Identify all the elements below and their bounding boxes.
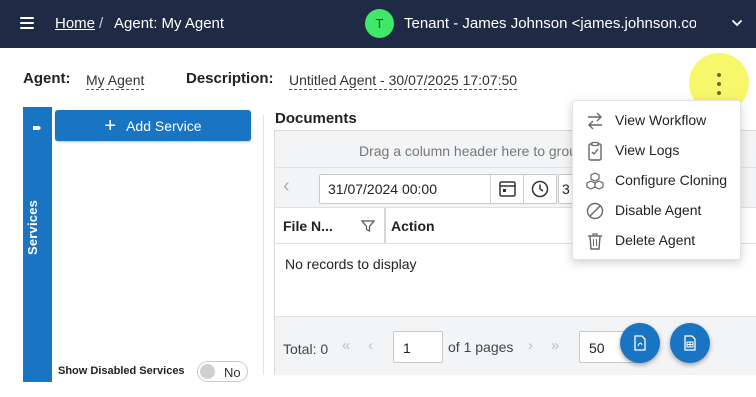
group-panel-hint: Drag a column header here to grou bbox=[359, 143, 577, 159]
menu-item-label: View Workflow bbox=[615, 112, 707, 128]
menu-item-disable-agent[interactable]: Disable Agent bbox=[573, 196, 740, 226]
pin-icon[interactable] bbox=[32, 123, 42, 133]
toggle-state-label: No bbox=[224, 365, 241, 380]
add-service-button[interactable]: + Add Service bbox=[55, 110, 251, 141]
column-header-label: File N... bbox=[283, 218, 333, 234]
documents-title: Documents bbox=[275, 110, 357, 127]
export-pdf-button[interactable] bbox=[620, 323, 660, 363]
services-tab-label: Services bbox=[25, 199, 40, 255]
trash-icon bbox=[588, 233, 602, 250]
menu-item-label: Disable Agent bbox=[615, 202, 702, 218]
export-excel-button[interactable] bbox=[670, 323, 710, 363]
clock-icon[interactable] bbox=[523, 175, 556, 203]
description-label: Description: bbox=[186, 70, 274, 87]
panel-divider bbox=[263, 115, 264, 375]
show-disabled-label: Show Disabled Services bbox=[58, 365, 185, 377]
chevron-down-icon[interactable] bbox=[731, 17, 743, 29]
page-count-label: of 1 pages bbox=[448, 339, 514, 355]
filter-funnel-icon[interactable] bbox=[361, 219, 375, 233]
plus-icon: + bbox=[104, 114, 117, 137]
column-header-file-name[interactable]: File N... bbox=[275, 208, 386, 243]
menu-item-label: Delete Agent bbox=[615, 232, 696, 248]
description-field[interactable]: Untitled Agent - 30/07/2025 17:07:50 bbox=[289, 72, 518, 90]
column-header-label: Action bbox=[391, 218, 435, 234]
breadcrumb-current: Agent: My Agent bbox=[114, 15, 225, 32]
last-page-icon[interactable]: » bbox=[551, 337, 559, 354]
more-options-icon[interactable] bbox=[712, 73, 726, 95]
cubes-icon bbox=[586, 172, 604, 190]
arrows-exchange-icon bbox=[588, 112, 602, 130]
avatar[interactable]: T bbox=[365, 9, 394, 38]
toggle-knob bbox=[200, 364, 215, 379]
spreadsheet-file-icon bbox=[684, 335, 696, 351]
page-size-value: 50 bbox=[589, 340, 605, 356]
agent-label: Agent: bbox=[23, 70, 71, 87]
date-filter-input[interactable]: 31/07/2024 00:00 bbox=[319, 174, 557, 204]
breadcrumb-home-link[interactable]: Home bbox=[55, 15, 95, 32]
menu-item-label: Configure Cloning bbox=[615, 172, 728, 188]
page-number-value: 1 bbox=[403, 340, 411, 356]
total-count: Total: 0 bbox=[283, 341, 329, 357]
menu-item-view-logs[interactable]: View Logs bbox=[573, 136, 740, 166]
tenant-user-label[interactable]: Tenant - James Johnson <james.johnson.co… bbox=[404, 15, 696, 32]
calendar-icon[interactable] bbox=[490, 175, 523, 203]
menu-item-configure-cloning[interactable]: Configure Cloning bbox=[573, 166, 740, 196]
date-filter-value-2: 3 bbox=[562, 181, 570, 197]
page-number-input[interactable]: 1 bbox=[393, 331, 443, 363]
clipboard-check-icon bbox=[588, 141, 602, 161]
menu-item-label: View Logs bbox=[615, 142, 680, 158]
services-side-tab[interactable]: Services bbox=[23, 107, 52, 382]
top-navigation-bar: Home / Agent: My Agent T Tenant - James … bbox=[0, 0, 756, 48]
hamburger-menu-icon[interactable] bbox=[20, 17, 34, 29]
empty-message: No records to display bbox=[285, 256, 417, 272]
chevron-left-icon[interactable]: ‹ bbox=[283, 176, 297, 196]
first-page-icon[interactable]: « bbox=[342, 337, 350, 354]
date-filter-value: 31/07/2024 00:00 bbox=[328, 181, 437, 197]
prev-page-icon[interactable]: ‹ bbox=[368, 337, 373, 354]
show-disabled-toggle[interactable]: No bbox=[197, 361, 248, 382]
agent-name-field[interactable]: My Agent bbox=[86, 72, 145, 90]
pdf-file-icon bbox=[634, 335, 646, 351]
add-service-label: Add Service bbox=[126, 117, 202, 134]
breadcrumb-separator: / bbox=[99, 15, 104, 32]
ban-icon bbox=[586, 202, 604, 220]
agent-actions-menu: View Workflow View Logs Configure Clonin… bbox=[572, 100, 741, 260]
menu-item-view-workflow[interactable]: View Workflow bbox=[573, 106, 740, 136]
next-page-icon[interactable]: › bbox=[528, 337, 533, 354]
menu-item-delete-agent[interactable]: Delete Agent bbox=[573, 226, 740, 256]
